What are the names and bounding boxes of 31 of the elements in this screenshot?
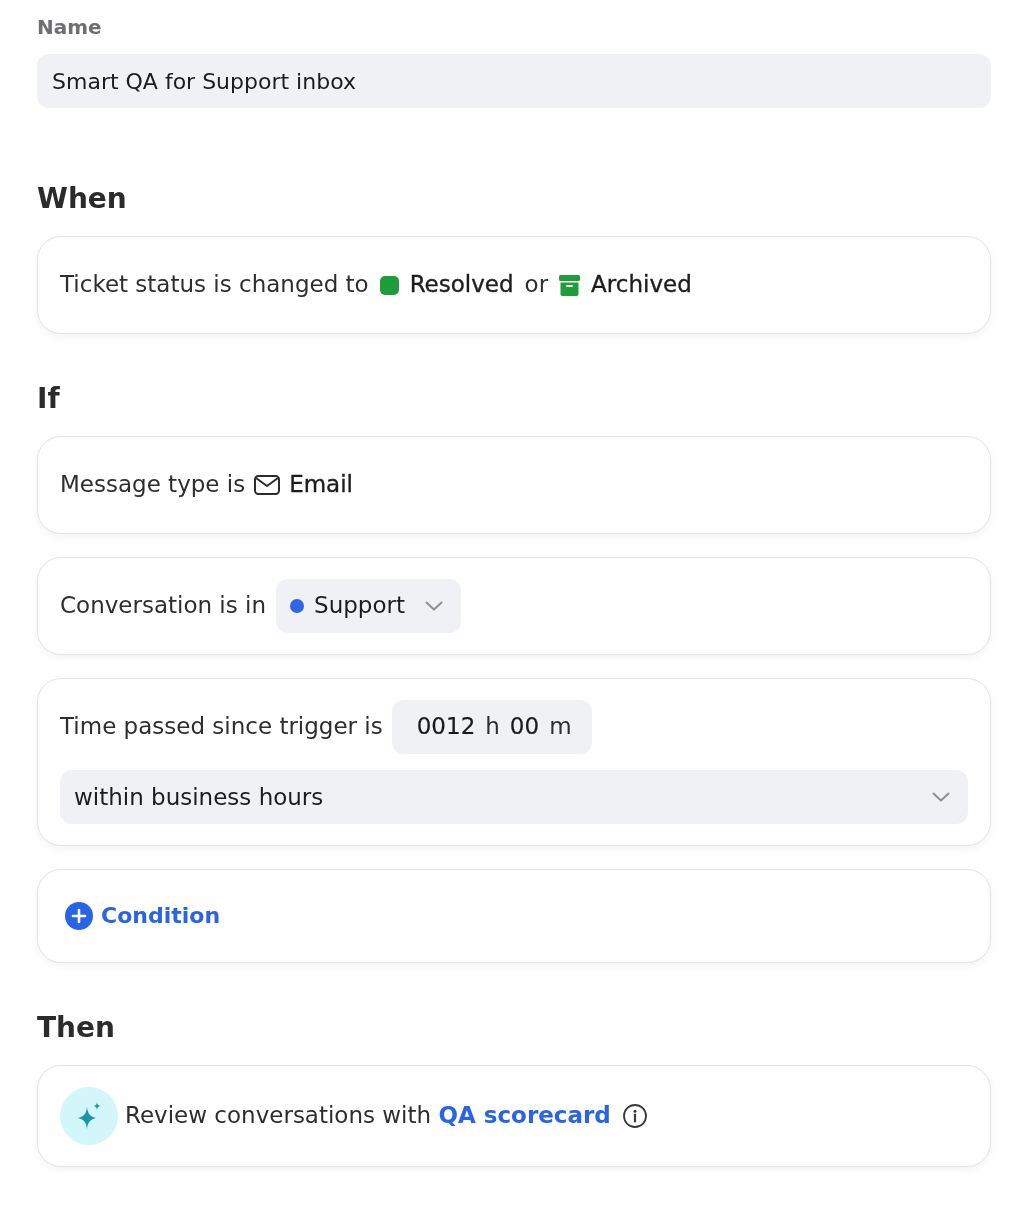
action-text: Review conversations with QA scorecard — [125, 1101, 611, 1131]
team-select[interactable]: Support — [276, 579, 461, 633]
status-label: Archived — [591, 270, 692, 300]
minutes-input[interactable]: 00 — [509, 712, 540, 742]
field-label: Name — [37, 14, 102, 41]
trigger-text: Ticket status is changed to — [60, 270, 369, 300]
add-condition-button[interactable]: Condition — [65, 901, 221, 931]
scorecard-link[interactable]: QA scorecard — [438, 1102, 611, 1129]
archive-box-icon — [559, 274, 581, 296]
sparkle-icon — [60, 1087, 118, 1145]
condition-text: Message type is — [60, 470, 246, 500]
condition-text: Time passed since trigger is — [60, 712, 383, 742]
section-heading: When — [37, 181, 127, 217]
name-input[interactable]: Smart QA for Support inbox — [37, 54, 991, 108]
joiner-text: or — [524, 270, 549, 300]
duration-field[interactable]: 0012 h 00 m — [391, 700, 592, 754]
hours-input[interactable]: 0012 — [416, 712, 476, 742]
chevron-down-icon — [932, 792, 950, 802]
message-type-value: Email — [289, 470, 353, 500]
envelope-icon — [254, 475, 281, 495]
minutes-unit-label: m — [549, 712, 572, 742]
section-heading: If — [37, 381, 60, 417]
status-label: Resolved — [409, 270, 514, 300]
hours-unit-label: h — [485, 712, 500, 742]
section-heading: Then — [37, 1010, 115, 1046]
condition-text: Conversation is in — [60, 591, 267, 621]
info-icon[interactable] — [622, 1104, 647, 1128]
plus-circle-icon — [65, 902, 93, 930]
hours-mode-select[interactable]: within business hours — [60, 770, 968, 824]
status-square-icon — [379, 275, 399, 295]
chevron-down-icon — [424, 601, 443, 611]
